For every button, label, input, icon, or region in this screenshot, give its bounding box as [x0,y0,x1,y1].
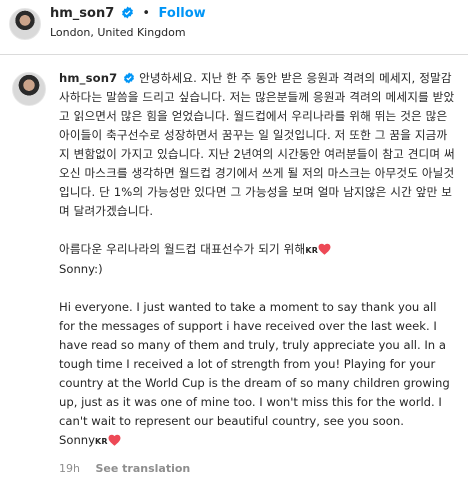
caption-avatar[interactable] [12,72,46,106]
red-heart-icon [318,243,331,255]
verified-badge-icon [124,72,135,84]
location-link[interactable]: London, United Kingdom [50,26,186,39]
see-translation-button[interactable]: See translation [95,462,190,475]
header-username[interactable]: hm_son7 [50,6,114,21]
profile-avatar[interactable] [9,8,41,40]
follow-button[interactable]: Follow [159,6,206,21]
verified-badge-icon [121,6,133,19]
korean-signature: Sonny:) [59,262,103,276]
korean-paragraph: 안녕하세요. 지난 한 주 동안 받은 응원과 격려의 메세지, 정말감사하다는… [59,71,455,218]
post-header: hm_son7 • Follow London, United Kingdom [0,0,468,55]
caption-username[interactable]: hm_son7 [59,71,117,85]
header-user-line: hm_son7 • Follow [50,6,206,21]
korean-closing-line: 아름다운 우리나라의 월드컵 대표선수가 되기 위해KR [59,240,455,260]
flag-kr: KR [305,246,319,255]
english-paragraph: Hi everyone. I just wanted to take a mom… [59,300,450,447]
caption-meta: 19h See translation [59,459,455,478]
caption-text: hm_son7 안녕하세요. 지난 한 주 동안 받은 응원과 격려의 메세지,… [59,69,455,478]
red-heart-icon [108,434,121,446]
separator-dot: • [142,6,151,21]
flag-kr: KR [95,437,108,446]
timestamp[interactable]: 19h [59,462,80,475]
korean-closing: 아름다운 우리나라의 월드컵 대표선수가 되기 위해 [59,242,306,256]
